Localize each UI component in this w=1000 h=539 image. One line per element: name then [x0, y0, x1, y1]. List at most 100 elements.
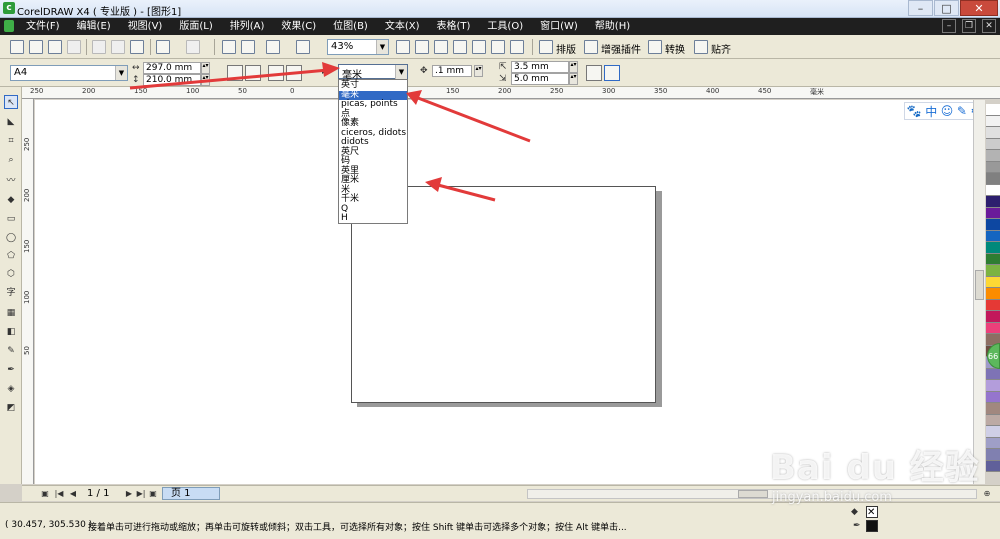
color-swatch[interactable] [986, 127, 1000, 139]
outline-pen-icon[interactable]: ✒ [853, 521, 861, 531]
page-tab-1[interactable]: 页 1 [162, 487, 220, 500]
color-swatch[interactable] [986, 115, 1000, 127]
last-page-button[interactable]: ▶| [136, 488, 146, 499]
width-spinner[interactable]: ▴▾ [201, 62, 210, 74]
color-swatch[interactable] [986, 414, 1000, 426]
save-icon[interactable] [48, 40, 62, 54]
plugin-button[interactable]: 增强插件 [601, 41, 641, 56]
menu-item[interactable]: 文件(F) [26, 18, 60, 35]
color-swatch[interactable] [986, 403, 1000, 415]
color-swatch[interactable] [986, 322, 1000, 334]
duplicate-x-input[interactable]: 3.5 mm [511, 61, 569, 73]
menu-item[interactable]: 视图(V) [128, 18, 163, 35]
color-swatch[interactable] [986, 161, 1000, 173]
color-swatch[interactable] [986, 265, 1000, 277]
vertical-scrollbar[interactable] [973, 100, 985, 484]
doc-minimize-button[interactable]: – [942, 19, 956, 33]
zoom-out-icon[interactable] [415, 40, 429, 54]
undo-icon[interactable] [156, 40, 170, 54]
snap-button[interactable]: 贴齐 [711, 41, 731, 56]
paste-icon[interactable] [130, 40, 144, 54]
horizontal-ruler[interactable]: 2502001501005005010015020025030035040045… [22, 87, 1000, 99]
color-swatch[interactable] [986, 242, 1000, 254]
coreldraw-app-icon[interactable]: c [3, 2, 15, 14]
color-swatch[interactable] [986, 173, 1000, 185]
basic-shapes-tool-icon[interactable]: ⬡ [4, 267, 18, 281]
plugin-icon[interactable] [584, 40, 598, 54]
color-swatch[interactable] [986, 230, 1000, 242]
document-icon[interactable] [4, 20, 14, 32]
convert-button[interactable]: 转换 [665, 41, 685, 56]
color-swatch[interactable] [986, 391, 1000, 403]
color-swatch[interactable] [986, 104, 1000, 116]
menu-item[interactable]: 工具(O) [487, 18, 523, 35]
new-document-icon[interactable] [10, 40, 24, 54]
previous-page-button[interactable]: ◀ [68, 488, 78, 499]
treat-as-filled-button[interactable] [586, 65, 602, 81]
color-swatch[interactable] [986, 299, 1000, 311]
open-icon[interactable] [29, 40, 43, 54]
color-swatch[interactable] [986, 253, 1000, 265]
nudge-spinner[interactable]: ▴▾ [474, 65, 483, 77]
zoom-width-icon[interactable] [491, 40, 505, 54]
copy-icon[interactable] [111, 40, 125, 54]
convert-icon[interactable] [648, 40, 662, 54]
interactive-fill-tool-icon[interactable]: ◩ [4, 401, 18, 415]
eyedropper-tool-icon[interactable]: ✎ [4, 344, 18, 358]
duplicate-y-input[interactable]: 5.0 mm [511, 73, 569, 85]
unit-option[interactable]: H [339, 213, 407, 224]
smart-fill-tool-icon[interactable]: ◆ [4, 193, 18, 207]
menu-item[interactable]: 排列(A) [230, 18, 265, 35]
redo-icon[interactable] [186, 40, 200, 54]
outline-tool-icon[interactable]: ✒ [4, 363, 18, 377]
drawing-units-select[interactable]: 毫米 ▼ [338, 64, 408, 81]
minimize-button[interactable]: – [908, 0, 933, 16]
fill-tool-icon[interactable]: ◈ [4, 382, 18, 396]
zoom-all-icon[interactable] [453, 40, 467, 54]
print-icon[interactable] [67, 40, 81, 54]
ime-language-toggle[interactable]: 中 [925, 103, 937, 120]
menu-item[interactable]: 编辑(E) [77, 18, 111, 35]
rectangle-tool-icon[interactable]: ▭ [4, 212, 18, 226]
color-swatch[interactable] [986, 368, 1000, 380]
menu-item[interactable]: 效果(C) [281, 18, 316, 35]
portrait-orientation-button[interactable] [227, 65, 243, 81]
menu-item[interactable]: 表格(T) [437, 18, 471, 35]
text-tool-icon[interactable]: 字 [4, 286, 18, 300]
menu-item[interactable]: 窗口(W) [540, 18, 578, 35]
duplicate-x-spinner[interactable]: ▴▾ [569, 61, 578, 73]
all-pages-button[interactable] [268, 65, 284, 81]
color-swatch[interactable] [986, 219, 1000, 231]
freehand-tool-icon[interactable]: 〰 [4, 174, 18, 188]
unit-option[interactable]: Q [339, 204, 407, 215]
import-icon[interactable] [222, 40, 236, 54]
landscape-orientation-button[interactable] [245, 65, 261, 81]
pick-tool-icon[interactable]: ↖ [4, 95, 18, 109]
table-tool-icon[interactable]: ▦ [4, 306, 18, 320]
color-swatch[interactable] [986, 288, 1000, 300]
outline-color-swatch[interactable] [866, 520, 878, 532]
export-icon[interactable] [241, 40, 255, 54]
cut-icon[interactable] [92, 40, 106, 54]
color-swatch[interactable] [986, 196, 1000, 208]
shape-tool-icon[interactable]: ◣ [4, 115, 18, 129]
nudge-distance-input[interactable]: .1 mm [432, 65, 472, 77]
color-swatch[interactable] [986, 276, 1000, 288]
color-swatch[interactable] [986, 184, 1000, 196]
current-page-button[interactable] [286, 65, 302, 81]
close-button[interactable]: ✕ [960, 0, 998, 16]
doc-close-button[interactable]: ✕ [982, 19, 996, 33]
first-page-button[interactable]: |◀ [54, 488, 64, 499]
crop-tool-icon[interactable]: ⌗ [4, 134, 18, 148]
vertical-scrollbar-thumb[interactable] [975, 270, 984, 300]
color-swatch[interactable] [986, 138, 1000, 150]
snap-icon[interactable] [694, 40, 708, 54]
layout-icon[interactable] [539, 40, 553, 54]
layout-button[interactable]: 排版 [556, 41, 576, 56]
vertical-ruler[interactable]: 250 200 150 100 50 [22, 99, 34, 484]
zoom-page-icon[interactable] [472, 40, 486, 54]
welcome-screen-icon[interactable] [296, 40, 310, 54]
color-swatch[interactable] [986, 311, 1000, 323]
color-swatch[interactable] [986, 207, 1000, 219]
menu-item[interactable]: 文本(X) [385, 18, 420, 35]
